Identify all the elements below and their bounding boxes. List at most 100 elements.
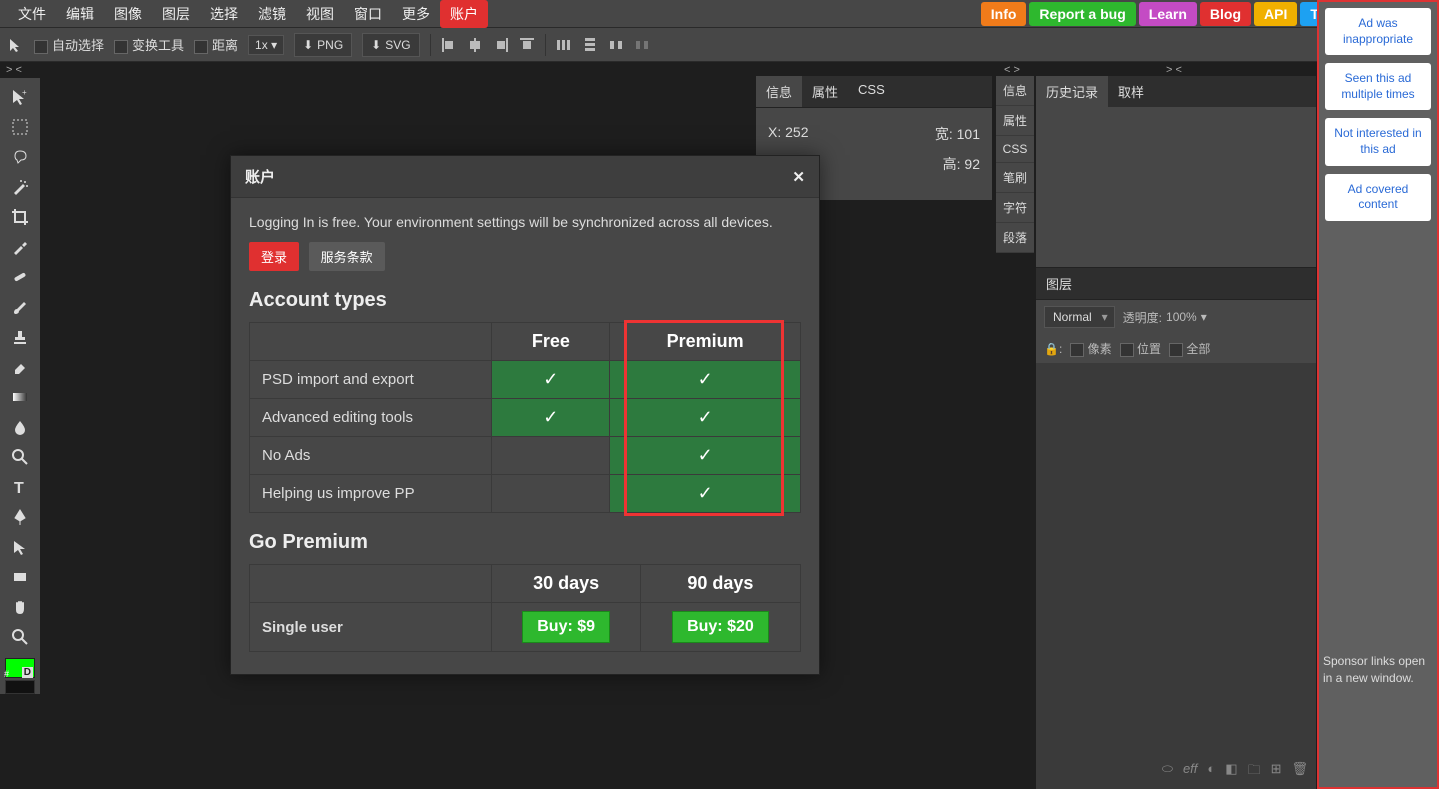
lock-position-checkbox[interactable] [1120,343,1134,357]
lock-all-checkbox[interactable] [1169,343,1183,357]
rstack-char[interactable]: 字符 [996,193,1034,223]
tool-move[interactable]: + [2,82,38,112]
tool-marquee[interactable] [2,112,38,142]
opacity-value[interactable]: 100% [1166,310,1197,324]
ad-option-multiple[interactable]: Seen this ad multiple times [1325,63,1431,110]
top-bug-button[interactable]: Report a bug [1029,2,1135,26]
history-tab[interactable]: 历史记录 [1036,76,1108,107]
blend-mode-select[interactable]: Normal [1044,306,1115,328]
swatches-tab[interactable]: 取样 [1108,76,1154,107]
top-info-button[interactable]: Info [981,2,1027,26]
bg-swatch[interactable] [5,680,35,694]
chevron-down-icon[interactable]: ▾ [1201,310,1207,324]
menu-window[interactable]: 窗口 [344,0,392,28]
tool-eraser[interactable] [2,352,38,382]
tool-shape[interactable] [2,562,38,592]
top-api-button[interactable]: API [1254,2,1297,26]
login-button[interactable]: 登录 [249,242,299,271]
rstack-brush[interactable]: 笔刷 [996,163,1034,193]
tool-crop[interactable] [2,202,38,232]
tool-eyedropper[interactable] [2,232,38,262]
distance-checkbox[interactable] [194,40,208,54]
col-premium: Premium [610,323,801,361]
align-left-icon[interactable] [441,37,457,53]
menu-view[interactable]: 视图 [296,0,344,28]
ad-option-not-interested[interactable]: Not interested in this ad [1325,118,1431,165]
menu-account[interactable]: 账户 [440,0,488,28]
menu-image[interactable]: 图像 [104,0,152,28]
tos-button[interactable]: 服务条款 [309,242,385,271]
trash-icon[interactable]: 🗑 [1291,761,1308,783]
panel-handle-left[interactable]: > < [6,64,22,76]
table-row: No Ads ✓ [250,437,801,475]
ad-option-covered[interactable]: Ad covered content [1325,174,1431,221]
tool-text[interactable]: T [2,472,38,502]
auto-select-checkbox[interactable] [34,40,48,54]
menu-select[interactable]: 选择 [200,0,248,28]
mask-icon[interactable]: ◐ [1207,761,1215,783]
align-right-icon[interactable] [493,37,509,53]
top-blog-button[interactable]: Blog [1200,2,1251,26]
distribute-h-icon[interactable] [556,37,572,53]
opacity-label: 透明度: [1123,309,1162,326]
tool-stamp[interactable] [2,322,38,352]
adjustment-icon[interactable]: ◧ [1225,761,1237,783]
distribute-spacing-icon[interactable] [608,37,624,53]
rstack-para[interactable]: 段落 [996,223,1034,253]
export-svg-button[interactable]: ⬇SVG [362,33,419,57]
table-row: Single user Buy: $9 Buy: $20 [250,603,801,652]
buy-30-button[interactable]: Buy: $9 [522,611,610,643]
check-icon: ✓ [610,399,801,437]
new-layer-icon[interactable]: ⊞ [1271,761,1282,783]
tool-hand[interactable] [2,592,38,622]
col-90days: 90 days [640,565,800,603]
ad-option-inappropriate[interactable]: Ad was inappropriate [1325,8,1431,55]
menu-file[interactable]: 文件 [8,0,56,28]
align-center-h-icon[interactable] [467,37,483,53]
buy-90-button[interactable]: Buy: $20 [672,611,769,643]
main-menubar: 文件 编辑 图像 图层 选择 滤镜 视图 窗口 更多 账户 Info Repor… [0,0,1439,28]
transform-checkbox[interactable] [114,40,128,54]
tool-wand[interactable] [2,172,38,202]
account-modal: 账户 ✕ Logging In is free. Your environmen… [230,155,820,675]
panel-handle-right[interactable]: > < [1166,64,1182,76]
rstack-info[interactable]: 信息 [996,76,1034,106]
info-tab[interactable]: 信息 [756,76,802,107]
css-tab[interactable]: CSS [848,76,895,107]
tool-zoom[interactable] [2,622,38,652]
tool-brush[interactable] [2,292,38,322]
rstack-css[interactable]: CSS [996,136,1034,163]
folder-icon[interactable]: 🗀 [1248,761,1261,783]
row-label: Single user [250,603,492,652]
check-icon: ✓ [610,475,801,513]
rstack-attr[interactable]: 属性 [996,106,1034,136]
col-free: Free [492,323,610,361]
tool-heal[interactable] [2,262,38,292]
menu-layer[interactable]: 图层 [152,0,200,28]
check-icon: ✓ [610,437,801,475]
attr-tab[interactable]: 属性 [802,76,848,107]
lock-pixels-checkbox[interactable] [1070,343,1084,357]
menu-more[interactable]: 更多 [392,0,440,28]
panel-handle-mid[interactable]: < > [1004,64,1020,76]
menu-edit[interactable]: 编辑 [56,0,104,28]
export-png-button[interactable]: ⬇PNG [294,33,352,57]
color-swatch[interactable]: #D [5,658,35,678]
tool-path-select[interactable] [2,532,38,562]
zoom-select[interactable]: 1x ▾ [248,35,284,55]
tool-gradient[interactable] [2,382,38,412]
distribute-more-icon[interactable] [634,37,650,53]
distribute-v-icon[interactable] [582,37,598,53]
tool-pen[interactable] [2,502,38,532]
close-icon[interactable]: ✕ [792,168,805,186]
tool-dodge[interactable] [2,442,38,472]
tool-lasso[interactable] [2,142,38,172]
layers-header: 图层 [1036,267,1316,300]
menu-filter[interactable]: 滤镜 [248,0,296,28]
tool-blur[interactable] [2,412,38,442]
link-icon[interactable]: ⬭ [1162,761,1173,783]
align-top-icon[interactable] [519,37,535,53]
fx-icon[interactable]: eff [1183,761,1197,783]
row-label: PSD import and export [250,361,492,399]
top-learn-button[interactable]: Learn [1139,2,1197,26]
